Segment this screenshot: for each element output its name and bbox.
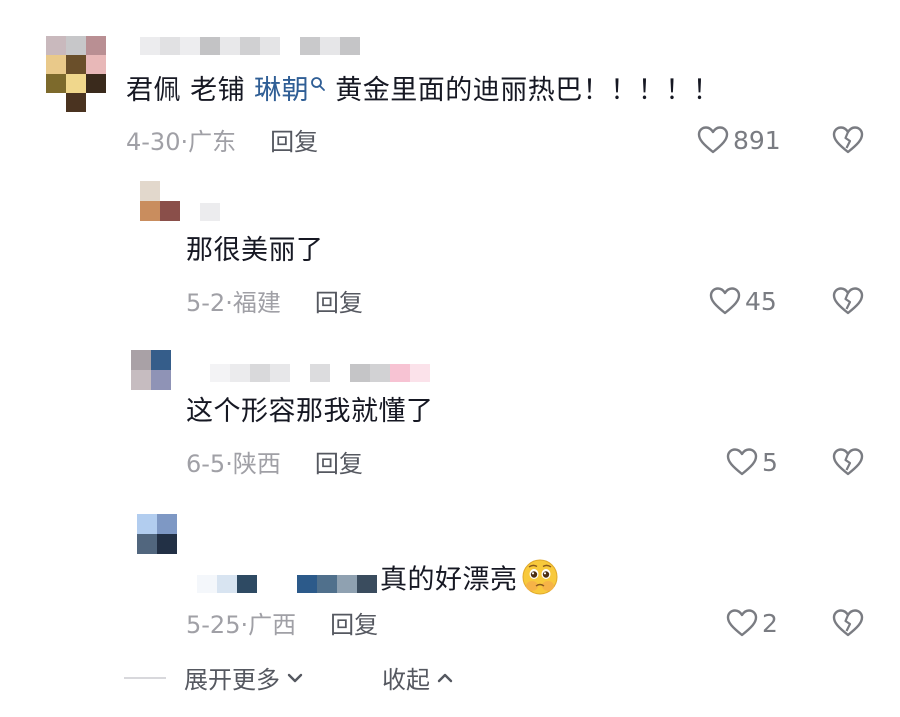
like-button[interactable]: 891 [697, 125, 781, 155]
search-icon [310, 77, 326, 96]
comment-location: 广东 [188, 128, 237, 156]
comment-text: 真的好漂亮 [380, 556, 560, 606]
comment-date: 5-25 [186, 611, 241, 639]
like-count: 5 [762, 447, 778, 477]
broken-heart-icon [832, 126, 864, 154]
heart-outline-icon [726, 609, 758, 637]
comment-meta: 4-30·广东 回复 [126, 128, 319, 156]
comment-meta: 6-5·陕西 回复 [186, 450, 363, 478]
pleading-face-emoji [520, 556, 560, 606]
like-button[interactable]: 2 [726, 608, 778, 638]
like-count: 2 [762, 608, 778, 638]
comment-meta: 5-25·广西 回复 [186, 611, 379, 639]
comment-text: 这个形容那我就懂了 [186, 396, 434, 427]
collapse-button[interactable]: 收起 [382, 660, 456, 695]
username-blurred[interactable] [140, 37, 360, 55]
like-button[interactable]: 5 [726, 447, 778, 477]
dislike-button[interactable] [832, 125, 864, 159]
dislike-button[interactable] [832, 608, 864, 642]
chevron-down-icon [287, 673, 303, 682]
comment-location: 广西 [248, 611, 297, 639]
comment-text: 那很美丽了 [186, 235, 324, 266]
comment-location: 福建 [232, 289, 281, 317]
reply-button[interactable]: 回复 [315, 289, 363, 317]
reply-button[interactable]: 回复 [315, 450, 363, 478]
avatar[interactable] [140, 181, 180, 221]
comment-date: 5-2 [186, 289, 226, 317]
divider [124, 676, 166, 679]
reply-button[interactable]: 回复 [270, 128, 318, 156]
username-blurred[interactable] [200, 203, 220, 221]
heart-outline-icon [726, 448, 758, 476]
avatar[interactable] [137, 514, 177, 554]
comment-date: 4-30 [126, 128, 181, 156]
like-count: 891 [733, 125, 781, 155]
reply-button[interactable]: 回复 [330, 611, 378, 639]
broken-heart-icon [832, 609, 864, 637]
dislike-button[interactable] [832, 286, 864, 320]
broken-heart-icon [832, 287, 864, 315]
username-blurred[interactable] [190, 364, 430, 382]
avatar[interactable] [46, 36, 106, 112]
comment-date: 6-5 [186, 450, 226, 478]
avatar[interactable] [131, 350, 171, 390]
mention-link[interactable]: 琳朝 [254, 75, 326, 106]
comment-meta: 5-2·福建 回复 [186, 289, 363, 317]
dislike-button[interactable] [832, 447, 864, 481]
comment-location: 陕西 [232, 450, 281, 478]
expand-more-button[interactable]: 展开更多 [184, 660, 306, 695]
comment-text: 君佩 老铺 琳朝 黄金里面的迪丽热巴！！！！！ [126, 75, 721, 106]
username-blurred[interactable] [197, 575, 377, 593]
heart-outline-icon [697, 126, 729, 154]
replies-footer: 展开更多 收起 [124, 660, 456, 695]
like-count: 45 [745, 286, 777, 316]
heart-outline-icon [709, 287, 741, 315]
chevron-up-icon [437, 673, 453, 682]
broken-heart-icon [832, 448, 864, 476]
like-button[interactable]: 45 [709, 286, 777, 316]
